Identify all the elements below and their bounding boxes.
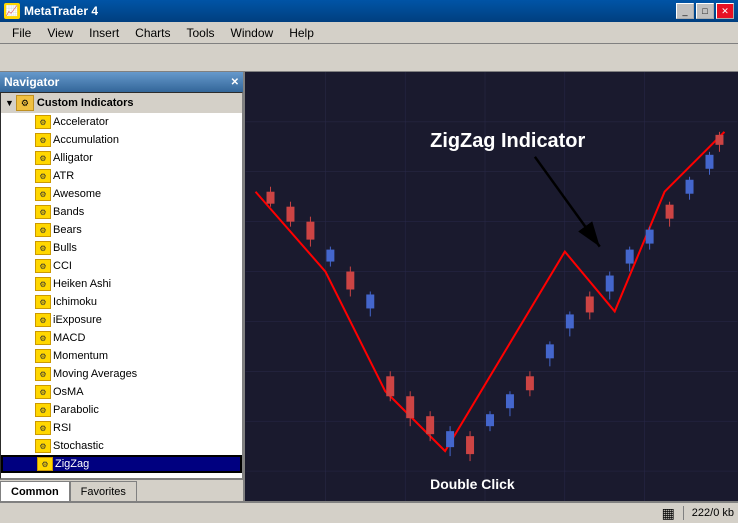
item-label: Momentum <box>53 350 108 362</box>
item-label: Alligator <box>53 152 93 164</box>
tab-favorites[interactable]: Favorites <box>70 481 137 501</box>
tree-item-heiken-ashi[interactable]: ⚙ Heiken Ashi <box>1 275 242 293</box>
item-label: OsMA <box>53 386 84 398</box>
tree-item-rsi[interactable]: ⚙ RSI <box>1 419 242 437</box>
tree-item-bulls[interactable]: ⚙ Bulls <box>1 239 242 257</box>
app-title: MetaTrader 4 <box>24 4 98 18</box>
item-label: Accumulation <box>53 134 119 146</box>
item-label: Stochastic <box>53 440 104 452</box>
menu-view[interactable]: View <box>39 24 81 42</box>
item-label: Parabolic <box>53 404 99 416</box>
item-label: ZigZag <box>55 458 89 470</box>
indicator-icon: ⚙ <box>35 403 51 417</box>
tree-item-accelerator[interactable]: ⚙ Accelerator <box>1 113 242 131</box>
indicator-icon: ⚙ <box>35 205 51 219</box>
nav-tabs: Common Favorites <box>0 479 243 501</box>
indicator-icon: ⚙ <box>35 385 51 399</box>
minimize-button[interactable]: _ <box>676 3 694 19</box>
navigator-header: Navigator ✕ <box>0 72 243 92</box>
menu-file[interactable]: File <box>4 24 39 42</box>
root-label: Custom Indicators <box>37 97 134 109</box>
tab-common[interactable]: Common <box>0 481 70 501</box>
tree-item-zigzag[interactable]: ⚙ ZigZag <box>1 455 242 473</box>
navigator-title: Navigator <box>4 75 59 89</box>
indicator-icon: ⚙ <box>35 133 51 147</box>
tree-item-bands[interactable]: ⚙ Bands <box>1 203 242 221</box>
indicator-icon: ⚙ <box>35 313 51 327</box>
title-bar: 📈 MetaTrader 4 _ □ ✕ <box>0 0 738 22</box>
indicator-icon: ⚙ <box>35 277 51 291</box>
tree-item-moving-averages[interactable]: ⚙ Moving Averages <box>1 365 242 383</box>
title-bar-left: 📈 MetaTrader 4 <box>4 3 98 19</box>
root-item-custom-indicators[interactable]: ▼ ⚙ Custom Indicators <box>1 93 242 113</box>
item-label: Bulls <box>53 242 77 254</box>
tree-item-cci[interactable]: ⚙ CCI <box>1 257 242 275</box>
tree-item-momentum[interactable]: ⚙ Momentum <box>1 347 242 365</box>
tree-item-stochastic[interactable]: ⚙ Stochastic <box>1 437 242 455</box>
tree-item-iexposure[interactable]: ⚙ iExposure <box>1 311 242 329</box>
menu-help[interactable]: Help <box>281 24 322 42</box>
indicator-icon: ⚙ <box>35 367 51 381</box>
item-label: CCI <box>53 260 72 272</box>
item-label: Heiken Ashi <box>53 278 111 290</box>
chart-svg: ZigZag Indicator Double Click <box>245 72 738 501</box>
menu-insert[interactable]: Insert <box>81 24 127 42</box>
navigator-close-button[interactable]: ✕ <box>231 77 239 88</box>
indicator-icon: ⚙ <box>35 439 51 453</box>
title-bar-controls: _ □ ✕ <box>676 3 734 19</box>
tree-item-alligator[interactable]: ⚙ Alligator <box>1 149 242 167</box>
item-label: Bands <box>53 206 84 218</box>
item-label: Moving Averages <box>53 368 137 380</box>
folder-icon: ⚙ <box>16 95 34 111</box>
item-label: RSI <box>53 422 71 434</box>
status-bars-icon: ▦ <box>662 505 675 522</box>
maximize-button[interactable]: □ <box>696 3 714 19</box>
navigator-panel: Navigator ✕ ▼ ⚙ Custom Indicators ⚙ Acce… <box>0 72 245 501</box>
expand-icon[interactable]: ▼ <box>5 98 14 108</box>
toolbar <box>0 44 738 72</box>
item-label: Accelerator <box>53 116 109 128</box>
close-button[interactable]: ✕ <box>716 3 734 19</box>
tree-item-macd[interactable]: ⚙ MACD <box>1 329 242 347</box>
tree-item-parabolic[interactable]: ⚙ Parabolic <box>1 401 242 419</box>
indicator-icon: ⚙ <box>37 457 53 471</box>
tree-item-ichimoku[interactable]: ⚙ Ichimoku <box>1 293 242 311</box>
item-label: Awesome <box>53 188 101 200</box>
chart-area[interactable]: ZigZag Indicator Double Click <box>245 72 738 501</box>
status-separator <box>683 506 684 520</box>
indicator-icon: ⚙ <box>35 187 51 201</box>
indicator-icon: ⚙ <box>35 241 51 255</box>
memory-status: 222/0 kb <box>692 507 734 519</box>
indicator-icon: ⚙ <box>35 421 51 435</box>
tree-item-bears[interactable]: ⚙ Bears <box>1 221 242 239</box>
tree-item-atr[interactable]: ⚙ ATR <box>1 167 242 185</box>
item-label: ATR <box>53 170 74 182</box>
tree-item-awesome[interactable]: ⚙ Awesome <box>1 185 242 203</box>
menu-tools[interactable]: Tools <box>179 24 223 42</box>
menu-bar: File View Insert Charts Tools Window Hel… <box>0 22 738 44</box>
indicator-icon: ⚙ <box>35 295 51 309</box>
item-label: MACD <box>53 332 85 344</box>
status-bar: ▦ 222/0 kb <box>0 501 738 523</box>
item-label: Bears <box>53 224 82 236</box>
item-label: Ichimoku <box>53 296 97 308</box>
tree-item-accumulation[interactable]: ⚙ Accumulation <box>1 131 242 149</box>
svg-text:Double Click: Double Click <box>430 476 515 492</box>
tree-item-osma[interactable]: ⚙ OsMA <box>1 383 242 401</box>
indicator-icon: ⚙ <box>35 151 51 165</box>
menu-window[interactable]: Window <box>223 24 282 42</box>
navigator-tree[interactable]: ▼ ⚙ Custom Indicators ⚙ Accelerator ⚙ Ac… <box>0 92 243 479</box>
menu-charts[interactable]: Charts <box>127 24 178 42</box>
main-content: Navigator ✕ ▼ ⚙ Custom Indicators ⚙ Acce… <box>0 72 738 501</box>
indicator-icon: ⚙ <box>35 259 51 273</box>
svg-text:ZigZag Indicator: ZigZag Indicator <box>430 130 585 152</box>
indicator-icon: ⚙ <box>35 169 51 183</box>
indicator-icon: ⚙ <box>35 115 51 129</box>
app-icon: 📈 <box>4 3 20 19</box>
item-label: iExposure <box>53 314 102 326</box>
indicator-icon: ⚙ <box>35 349 51 363</box>
indicator-icon: ⚙ <box>35 331 51 345</box>
indicator-icon: ⚙ <box>35 223 51 237</box>
